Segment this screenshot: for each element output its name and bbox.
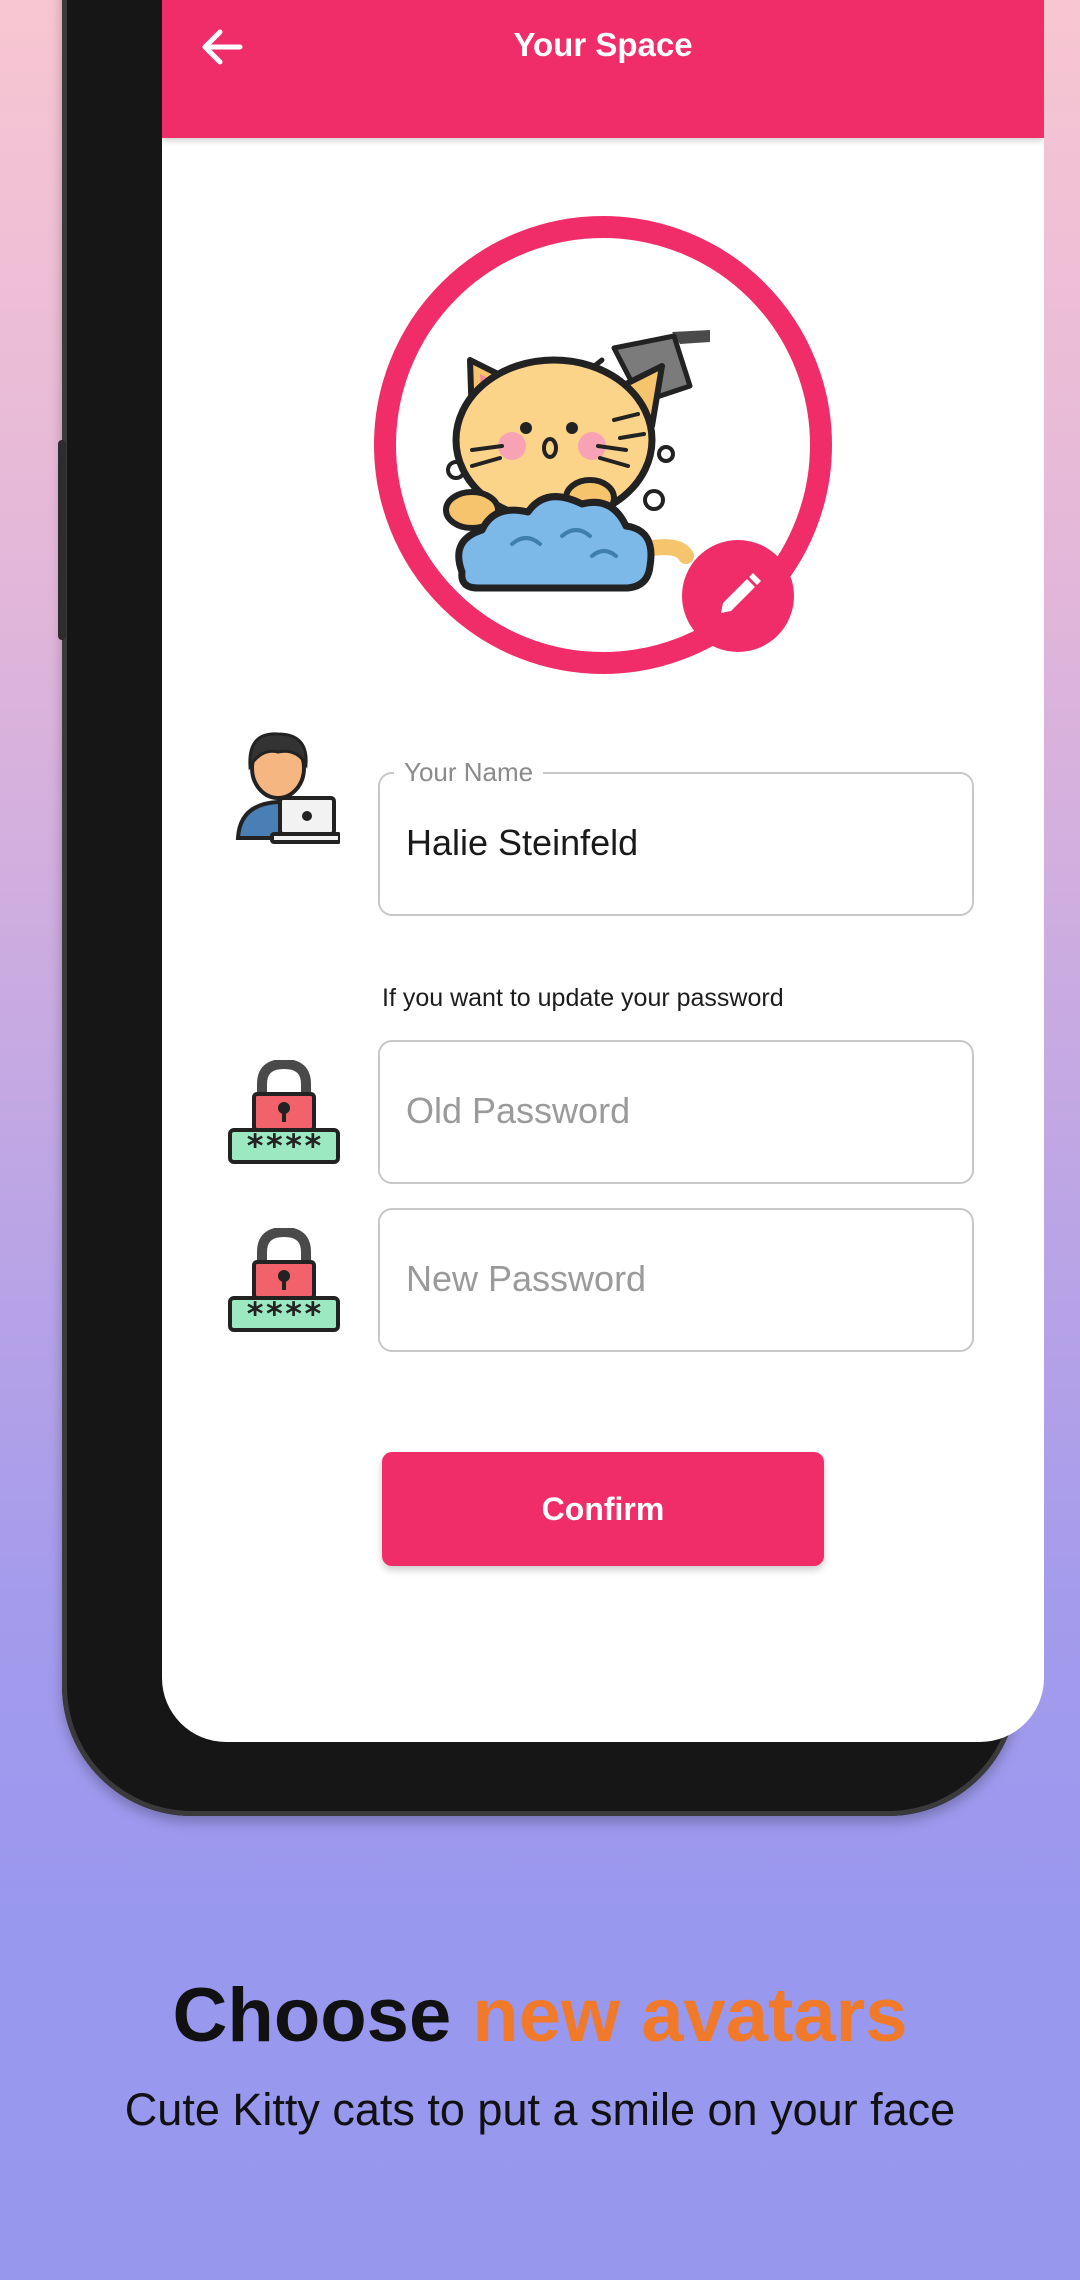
pencil-icon (721, 573, 761, 613)
edit-avatar-button[interactable] (682, 540, 794, 652)
alert-slider (58, 440, 66, 640)
confirm-button-label: Confirm (541, 1490, 665, 1527)
name-field-label: Your Name (394, 757, 544, 788)
phone-frame: Your Space Your Name Halie Steinfeld If … (58, 0, 1044, 1816)
lock-password-icon: **** (228, 1228, 340, 1333)
lock-password-icon: **** (228, 1060, 340, 1165)
password-hint: If you want to update your password (382, 984, 784, 1012)
promo-headline-accent: new avatars (472, 1973, 908, 2058)
new-password-field[interactable]: New Password (378, 1208, 974, 1352)
app-bar: Your Space (162, 0, 1044, 138)
promo-headline: Choose new avatars (0, 1972, 1080, 2059)
old-password-field[interactable]: Old Password (378, 1040, 974, 1184)
name-field[interactable]: Your Name Halie Steinfeld (378, 757, 974, 916)
confirm-button[interactable]: Confirm (382, 1452, 824, 1566)
new-password-placeholder: New Password (406, 1258, 647, 1299)
page-title: Your Space (513, 26, 693, 63)
promo-subline: Cute Kitty cats to put a smile on your f… (124, 2084, 956, 2135)
user-laptop-icon (235, 732, 340, 844)
old-password-placeholder: Old Password (406, 1090, 631, 1131)
name-field-value: Halie Steinfeld (406, 822, 639, 863)
svg-text:****: **** (245, 1127, 322, 1165)
svg-text:****: **** (245, 1295, 322, 1333)
promo-headline-part1: Choose (172, 1973, 473, 2058)
app-screen: Your Space Your Name Halie Steinfeld If … (162, 0, 1044, 1742)
